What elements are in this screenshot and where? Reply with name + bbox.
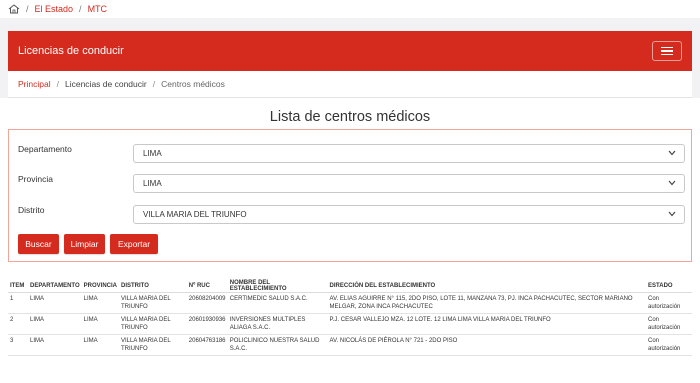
breadcrumb-licencias[interactable]: Licencias de conducir xyxy=(65,79,147,89)
col-header: DEPARTAMENTO xyxy=(27,280,82,293)
table-cell: INVERSIONES MULTIPLES ALIAGA S.A.C. xyxy=(227,313,328,335)
distrito-label: Distrito xyxy=(18,205,45,215)
table-cell: LIMA xyxy=(81,313,119,335)
distrito-select[interactable]: VILLA MARIA DEL TRIUNFO xyxy=(133,205,685,224)
table-cell: Con autorización xyxy=(646,313,692,335)
breadcrumb-principal[interactable]: Principal xyxy=(18,79,51,89)
table-cell: 1 xyxy=(8,292,28,314)
table-cell: 20604763186 xyxy=(186,334,228,356)
buscar-button[interactable]: Buscar xyxy=(18,234,59,254)
provincia-value: LIMA xyxy=(143,179,162,188)
table-cell: AV. NICOLÁS DE PIÉROLA N° 721 - 2DO PISO xyxy=(327,334,647,356)
table-cell: Con autorización xyxy=(646,292,692,314)
table-cell: VILLA MARIA DEL TRIUNFO xyxy=(119,313,187,335)
table-cell: CERTIMEDIC SALUD S.A.C. xyxy=(227,292,328,314)
departamento-select[interactable]: LIMA xyxy=(133,144,685,163)
main-content: Lista de centros médicos Departamento LI… xyxy=(0,98,700,383)
table-cell: P.J. CESAR VALLEJO MZA. 12 LOTE. 12 LIMA… xyxy=(327,313,647,335)
limpiar-button[interactable]: Limpiar xyxy=(64,234,105,254)
crumb-mtc[interactable]: MTC xyxy=(88,4,108,14)
table-row: 2 LIMA LIMA VILLA MARIA DEL TRIUNFO 2060… xyxy=(8,313,692,335)
table-cell: VILLA MARIA DEL TRIUNFO xyxy=(119,292,187,314)
col-header: ESTADO xyxy=(646,280,692,293)
table-row: 3 LIMA LIMA VILLA MARIA DEL TRIUNFO 2060… xyxy=(8,334,692,356)
chevron-down-icon xyxy=(668,150,676,156)
table-cell: 20601930936 xyxy=(186,313,228,335)
breadcrumb: Principal / Licencias de conducir / Cent… xyxy=(8,71,692,98)
col-header: DIRECCIÓN DEL ESTABLECIMIENTO xyxy=(327,280,647,293)
chevron-down-icon xyxy=(668,211,676,217)
results-table: ITEM DEPARTAMENTO PROVINCIA DISTRITO Nº … xyxy=(8,280,692,356)
table-cell: AV. ELIAS AGUIRRE N° 115, 2DO PISO, LOTE… xyxy=(327,292,647,314)
separator: / xyxy=(26,4,29,14)
col-header: Nº RUC xyxy=(186,280,228,293)
col-header: DISTRITO xyxy=(119,280,187,293)
filter-form: Departamento LIMA Provincia LIMA Distrit… xyxy=(8,129,692,262)
table-cell: LIMA xyxy=(27,313,82,335)
table-cell: 2 xyxy=(8,313,28,335)
exportar-button[interactable]: Exportar xyxy=(110,234,158,254)
breadcrumb-centros-medicos: Centros médicos xyxy=(161,79,225,89)
table-cell: LIMA xyxy=(27,334,82,356)
departamento-label: Departamento xyxy=(18,144,72,154)
table-cell: 3 xyxy=(8,334,28,356)
col-header: PROVINCIA xyxy=(81,280,119,293)
table-header-row: ITEM DEPARTAMENTO PROVINCIA DISTRITO Nº … xyxy=(8,280,692,293)
table-cell: 20608204009 xyxy=(186,292,228,314)
table-row: 1 LIMA LIMA VILLA MARIA DEL TRIUNFO 2060… xyxy=(8,292,692,314)
table-cell: Con autorización xyxy=(646,334,692,356)
home-icon[interactable] xyxy=(8,4,20,14)
separator: / xyxy=(79,4,82,14)
provincia-select[interactable]: LIMA xyxy=(133,174,685,193)
table-cell: LIMA xyxy=(81,334,119,356)
distrito-value: VILLA MARIA DEL TRIUNFO xyxy=(143,210,247,219)
provincia-label: Provincia xyxy=(18,174,53,184)
crumb-el-estado[interactable]: El Estado xyxy=(35,4,74,14)
page-title: Lista de centros médicos xyxy=(269,109,431,125)
table-cell: VILLA MARIA DEL TRIUNFO xyxy=(119,334,187,356)
hamburger-menu-icon[interactable] xyxy=(652,41,682,61)
table-cell: POLICLINICO NUESTRA SALUD S.A.C. xyxy=(227,334,328,356)
top-nav-bar: / El Estado / MTC xyxy=(0,0,700,18)
app-title[interactable]: Licencias de conducir xyxy=(18,45,124,57)
col-header: ITEM xyxy=(8,280,28,293)
app-header: Licencias de conducir xyxy=(8,31,692,71)
table-cell: LIMA xyxy=(81,292,119,314)
table-cell: LIMA xyxy=(27,292,82,314)
col-header: NOMBRE DEL ESTABLECIMIENTO xyxy=(227,280,328,293)
departamento-value: LIMA xyxy=(143,149,162,158)
chevron-down-icon xyxy=(668,180,676,186)
